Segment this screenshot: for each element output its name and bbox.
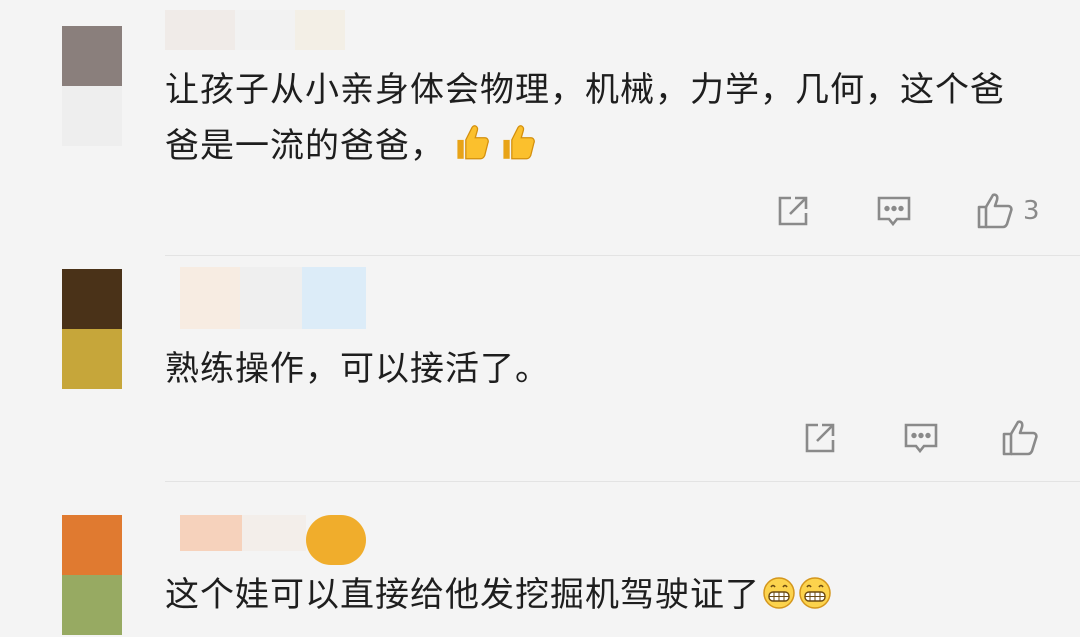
comment-text-content: 这个娃可以直接给他发挖掘机驾驶证了 — [165, 575, 760, 615]
grinning-face-emoji — [799, 577, 831, 609]
comment-actions — [802, 419, 1040, 457]
grinning-face-emoji — [763, 577, 795, 609]
comment-item: 熟练操作，可以接活了。 — [0, 255, 1080, 481]
reply-icon — [877, 196, 911, 227]
comment-text-content: 让孩子从小亲身体会物理，机械，力学，几何，这个爸爸是一流的爸爸， — [165, 70, 1005, 166]
avatar[interactable] — [62, 515, 122, 635]
like-icon — [977, 193, 1013, 229]
comment-text: 熟练操作，可以接活了。 — [165, 341, 1035, 397]
like-button[interactable] — [1000, 419, 1040, 457]
reply-button[interactable] — [902, 420, 940, 456]
share-button[interactable] — [802, 420, 838, 456]
username-blurred[interactable] — [180, 267, 366, 329]
username-blurred[interactable] — [165, 10, 345, 50]
share-button[interactable] — [775, 193, 811, 229]
comment-actions: 3 — [775, 192, 1040, 230]
comment-list: 让孩子从小亲身体会物理，机械，力学，几何，这个爸爸是一流的爸爸， 3 熟练操作，… — [0, 0, 1080, 637]
comment-text-content: 熟练操作，可以接活了。 — [165, 349, 550, 389]
comment-text: 让孩子从小亲身体会物理，机械，力学，几何，这个爸爸是一流的爸爸， — [165, 62, 1035, 174]
share-icon — [778, 196, 808, 226]
username-blurred[interactable] — [180, 515, 366, 565]
reply-icon — [904, 423, 938, 454]
like-button[interactable]: 3 — [975, 192, 1040, 230]
comment-text: 这个娃可以直接给他发挖掘机驾驶证了 — [165, 567, 1035, 623]
thumbs-up-emoji — [457, 125, 489, 160]
thumbs-up-emoji — [503, 125, 535, 160]
avatar[interactable] — [62, 26, 122, 146]
like-count: 3 — [1023, 196, 1040, 226]
reply-button[interactable] — [875, 193, 913, 229]
share-icon — [805, 423, 835, 453]
comment-item: 这个娃可以直接给他发挖掘机驾驶证了 — [0, 481, 1080, 637]
like-icon — [1002, 420, 1038, 456]
avatar[interactable] — [62, 269, 122, 389]
comment-item: 让孩子从小亲身体会物理，机械，力学，几何，这个爸爸是一流的爸爸， 3 — [0, 0, 1080, 255]
